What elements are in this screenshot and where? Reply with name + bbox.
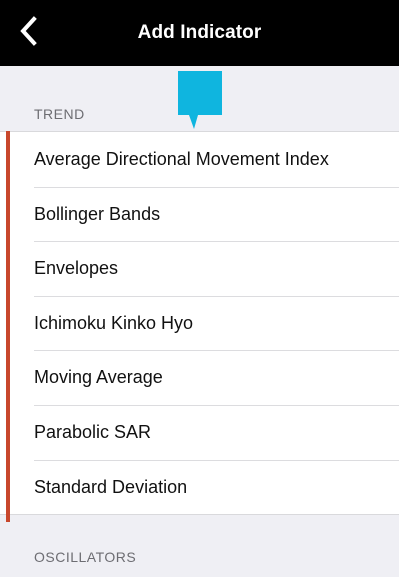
- list-item-bollinger-bands[interactable]: Bollinger Bands: [0, 186, 399, 242]
- navigation-bar: Add Indicator: [0, 0, 399, 66]
- list-item-moving-average[interactable]: Moving Average: [0, 350, 399, 405]
- page-title: Add Indicator: [137, 22, 262, 43]
- section-header-trend: TREND: [34, 106, 85, 122]
- tooltip-marker: [178, 71, 222, 129]
- trend-indicator-list: Average Directional Movement Index Bolli…: [0, 131, 399, 516]
- list-item-standard-deviation[interactable]: Standard Deviation: [0, 459, 399, 515]
- selection-accent-bar: [6, 131, 10, 522]
- section-header-oscillators: OSCILLATORS: [34, 549, 137, 565]
- speech-bubble-icon: [178, 71, 222, 129]
- list-item-envelopes[interactable]: Envelopes: [0, 241, 399, 296]
- list-item-ichimoku-kinko-hyo[interactable]: Ichimoku Kinko Hyo: [0, 295, 399, 351]
- list-item-parabolic-sar[interactable]: Parabolic SAR: [0, 404, 399, 460]
- list-item-average-directional-movement-index[interactable]: Average Directional Movement Index: [0, 132, 399, 187]
